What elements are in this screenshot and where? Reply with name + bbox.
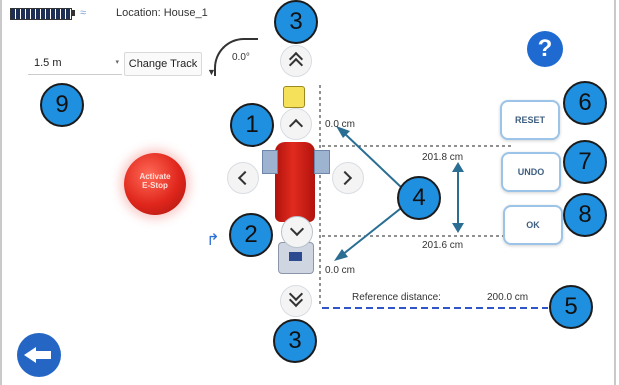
bottom-distance-label: 0.0 cm	[325, 265, 356, 276]
callout-6: 6	[563, 81, 607, 125]
chevron-down-icon	[289, 221, 305, 237]
callout-1: 1	[230, 103, 274, 147]
ok-button[interactable]: OK	[503, 205, 563, 245]
chevron-up-icon	[288, 118, 304, 134]
double-arrow-head-bottom	[452, 223, 464, 233]
double-arrow-head-top	[452, 162, 464, 172]
robot-top-icon	[283, 86, 305, 108]
callout-8: 8	[563, 193, 607, 237]
reset-button[interactable]: RESET	[500, 100, 560, 140]
reference-distance-label: Reference distance:	[352, 292, 441, 303]
callout-9: 9	[40, 83, 84, 127]
callout4-arrow-lower	[341, 204, 406, 256]
move-right-button[interactable]	[332, 162, 364, 194]
undo-button[interactable]: UNDO	[501, 152, 561, 192]
robot-base-screen	[289, 252, 302, 261]
callout-2: 2	[229, 213, 273, 257]
step-up-button[interactable]	[280, 108, 312, 140]
robot-body	[275, 142, 315, 222]
callout-3-top: 3	[274, 0, 318, 44]
callout-5: 5	[549, 285, 593, 329]
reference-distance-value: 200.0 cm	[487, 292, 529, 303]
upper-distance-label: 201.8 cm	[422, 152, 464, 163]
chevron-right-icon	[337, 170, 353, 186]
jump-up-button[interactable]	[280, 45, 312, 77]
callout-4: 4	[397, 176, 441, 220]
move-down-button[interactable]	[281, 216, 313, 248]
robot-left-panel	[262, 150, 278, 174]
lower-distance-label: 201.6 cm	[422, 240, 464, 251]
callout-3-bottom: 3	[273, 319, 317, 363]
chevron-left-icon	[237, 170, 253, 186]
robot-right-panel	[314, 150, 330, 174]
top-distance-label: 0.0 cm	[325, 119, 356, 130]
move-left-button[interactable]	[227, 162, 259, 194]
jump-down-button[interactable]	[280, 285, 312, 317]
callout-7: 7	[563, 140, 607, 184]
app-screen: ≈ Location: House_1 1.5 m ▾ Change Track…	[0, 0, 619, 385]
